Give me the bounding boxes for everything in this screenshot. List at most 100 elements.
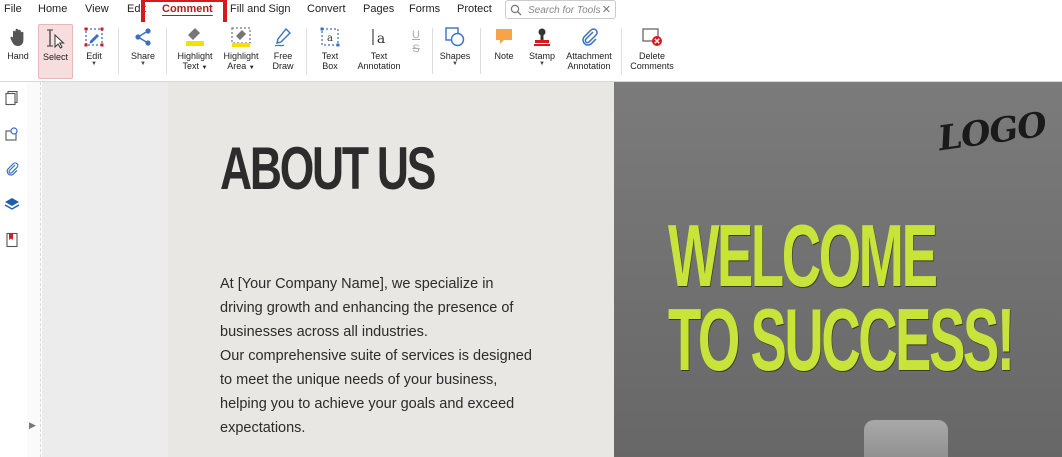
- menu-view[interactable]: View: [85, 3, 109, 15]
- text-annotation-icon: a: [372, 29, 385, 47]
- text-annotation-label-1: Text: [370, 51, 388, 61]
- text-box-button[interactable]: a Text Box: [314, 24, 346, 79]
- toolbar-separator: [621, 28, 622, 74]
- text-box-icon: a: [320, 27, 340, 47]
- highlight-area-label-2: Area: [227, 61, 247, 71]
- page-margin: [42, 82, 168, 457]
- attachment-annotation-button[interactable]: Attachment Annotation: [563, 24, 615, 79]
- paperclip-icon: [582, 28, 598, 46]
- highlight-area-button[interactable]: Highlight Area ▼: [220, 24, 262, 79]
- shapes-button[interactable]: Shapes ▼: [439, 24, 471, 79]
- shapes-dropdown-caret[interactable]: ▼: [439, 61, 471, 67]
- menu-protect[interactable]: Protect: [457, 3, 492, 15]
- paragraph-line: businesses across all industries.: [220, 324, 428, 340]
- shapes-icon: [445, 27, 465, 47]
- clear-search-icon[interactable]: ✕: [602, 3, 611, 16]
- free-draw-pen-icon: [274, 27, 291, 47]
- menu-convert[interactable]: Convert: [307, 3, 346, 15]
- attachment-annotation-label-2: Annotation: [567, 61, 611, 71]
- toolbar-separator: [480, 28, 481, 74]
- select-tool-button[interactable]: Select: [38, 24, 73, 79]
- welcome-line: WELCOME: [668, 206, 938, 305]
- toolbar-separator: [306, 28, 307, 74]
- left-sidebar: [0, 82, 28, 457]
- toolbar-separator: [432, 28, 433, 74]
- edit-tool-button[interactable]: Edit ▼: [80, 24, 108, 79]
- underline-button[interactable]: U: [412, 29, 420, 41]
- pages-panel-icon[interactable]: [4, 90, 20, 106]
- share-dropdown-caret[interactable]: ▼: [128, 61, 158, 67]
- delete-comments-button[interactable]: Delete Comments: [629, 24, 675, 79]
- highlight-area-icon: [231, 27, 251, 47]
- note-button[interactable]: Note: [489, 24, 519, 79]
- stamp-icon: [534, 28, 550, 46]
- attachments-panel-icon[interactable]: [4, 161, 20, 177]
- search-icon: [510, 4, 522, 16]
- menu-file[interactable]: File: [4, 3, 22, 15]
- stamp-button[interactable]: Stamp ▼: [527, 24, 557, 79]
- underline-strike-group: U S: [408, 28, 424, 83]
- menu-fill-and-sign[interactable]: Fill and Sign: [230, 3, 291, 15]
- about-paragraph: At [Your Company Name], we specialize in…: [220, 272, 560, 440]
- select-cursor-icon: [46, 29, 65, 49]
- stamp-label: Stamp: [528, 51, 555, 61]
- hand-label: Hand: [7, 51, 29, 61]
- note-label: Note: [494, 51, 514, 61]
- about-us-heading: ABOUT US: [220, 135, 436, 202]
- document-gutter: [27, 82, 41, 457]
- delete-comments-label-2: Comments: [630, 61, 674, 71]
- share-label: Share: [130, 51, 156, 61]
- layers-panel-icon[interactable]: [4, 196, 20, 212]
- edit-icon: [84, 27, 104, 47]
- paragraph-line: driving growth and enhancing the presenc…: [220, 300, 514, 316]
- highlight-text-icon: [186, 28, 204, 46]
- bookmarks-panel-icon[interactable]: [4, 232, 20, 248]
- strikethrough-button[interactable]: S: [412, 43, 419, 55]
- stamp-dropdown-caret[interactable]: ▼: [527, 61, 557, 67]
- edit-label: Edit: [86, 51, 102, 61]
- building-image: [864, 420, 948, 457]
- search-tools-input[interactable]: Search for Tools ✕: [505, 0, 616, 19]
- shapes-label: Shapes: [439, 51, 471, 61]
- search-panel-icon[interactable]: [4, 126, 20, 142]
- comment-toolbar: Hand Select Edit ▼ Share ▼ Highlight Tex…: [0, 22, 1062, 82]
- highlight-text-dropdown-caret[interactable]: ▼: [202, 65, 208, 71]
- expand-sidebar-icon[interactable]: ▶: [29, 420, 36, 431]
- paragraph-line: to meet the unique needs of your busines…: [220, 372, 498, 388]
- document-view: ABOUT US At [Your Company Name], we spec…: [42, 82, 1062, 457]
- delete-comments-label-1: Delete: [638, 51, 665, 61]
- highlight-area-dropdown-caret[interactable]: ▼: [249, 65, 255, 71]
- svg-text:a: a: [327, 33, 333, 44]
- text-annotation-label-2: Annotation: [357, 61, 401, 71]
- paragraph-line: At [Your Company Name], we specialize in: [220, 276, 494, 292]
- menu-forms[interactable]: Forms: [409, 3, 440, 15]
- note-icon: [496, 29, 512, 44]
- text-box-label-1: Text: [321, 51, 339, 61]
- welcome-line: TO SUCCESS!: [668, 290, 1015, 389]
- paragraph-line: Our comprehensive suite of services is d…: [220, 348, 532, 364]
- free-draw-button[interactable]: Free Draw: [268, 24, 298, 79]
- toolbar-separator: [118, 28, 119, 74]
- hand-tool-button[interactable]: Hand: [4, 24, 32, 79]
- attachment-annotation-label-1: Attachment: [566, 51, 612, 61]
- text-box-label-2: Box: [322, 61, 338, 71]
- paragraph-line: helping you to achieve your goals and ex…: [220, 396, 515, 412]
- svg-text:a: a: [377, 31, 385, 47]
- free-draw-label-1: Free: [273, 51, 293, 61]
- delete-comments-icon: [642, 28, 662, 46]
- share-button[interactable]: Share ▼: [128, 24, 158, 79]
- highlight-text-label-2: Text: [182, 61, 200, 71]
- free-draw-label-2: Draw: [272, 61, 294, 71]
- edit-dropdown-caret[interactable]: ▼: [80, 61, 108, 67]
- toolbar-separator: [166, 28, 167, 74]
- highlight-text-label-1: Highlight: [177, 51, 213, 61]
- highlight-text-button[interactable]: Highlight Text ▼: [174, 24, 216, 79]
- menu-pages[interactable]: Pages: [363, 3, 394, 15]
- share-icon: [135, 28, 151, 46]
- text-annotation-button[interactable]: a Text Annotation: [354, 24, 404, 79]
- welcome-heading: WELCOME TO SUCCESS!: [668, 206, 1015, 389]
- menu-home[interactable]: Home: [38, 3, 67, 15]
- menu-bar: File Home View Edit Comment Fill and Sig…: [0, 0, 1062, 30]
- highlight-area-label-1: Highlight: [223, 51, 259, 61]
- select-label: Select: [42, 52, 68, 62]
